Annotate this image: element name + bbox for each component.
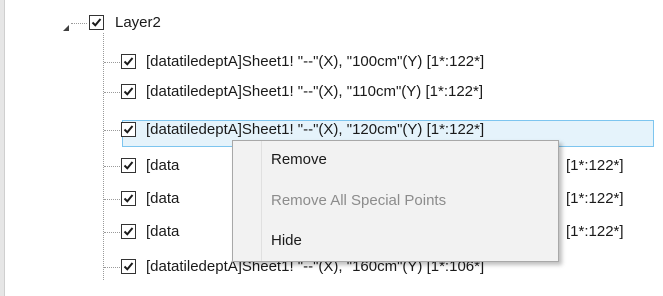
menu-icon-gutter (233, 141, 262, 261)
row-label-tail[interactable]: [1*:122*] (566, 222, 624, 242)
checkmark-icon (123, 262, 134, 271)
row-label-tail[interactable]: [1*:122*] (566, 156, 624, 176)
row-checkbox[interactable] (121, 54, 136, 69)
checkmark-icon (123, 194, 134, 203)
row-label[interactable]: [data (146, 222, 179, 242)
checkmark-icon (123, 87, 134, 96)
row-checkbox[interactable] (121, 224, 136, 239)
row-label[interactable]: [data (146, 156, 179, 176)
menu-item-remove[interactable]: Remove (271, 149, 327, 171)
row-label[interactable]: [datatiledeptA]Sheet1! "--"(X), "120cm"(… (146, 120, 484, 140)
row-checkbox[interactable] (121, 122, 136, 137)
row-label[interactable]: [datatiledeptA]Sheet1! "--"(X), "110cm"(… (146, 82, 483, 102)
panel-splitter[interactable] (0, 0, 5, 296)
row-checkbox[interactable] (121, 84, 136, 99)
layer-label[interactable]: Layer2 (115, 13, 161, 33)
row-checkbox[interactable] (121, 259, 136, 274)
checkmark-icon (123, 57, 134, 66)
checkmark-icon (123, 227, 134, 236)
checkmark-icon (123, 125, 134, 134)
checkmark-icon (123, 161, 134, 170)
menu-item-hide[interactable]: Hide (271, 230, 302, 252)
context-menu: Remove Remove All Special Points Hide (232, 140, 559, 262)
row-label-tail[interactable]: [1*:122*] (566, 189, 624, 209)
row-label[interactable]: [datatiledeptA]Sheet1! "--"(X), "100cm"(… (146, 52, 484, 72)
checkmark-icon (91, 18, 102, 27)
row-checkbox[interactable] (121, 158, 136, 173)
menu-item-remove-all-special-points: Remove All Special Points (271, 192, 447, 209)
row-label[interactable]: [data (146, 189, 179, 209)
expand-collapse-icon[interactable] (62, 19, 70, 31)
layer-checkbox[interactable] (89, 15, 104, 30)
row-checkbox[interactable] (121, 191, 136, 206)
